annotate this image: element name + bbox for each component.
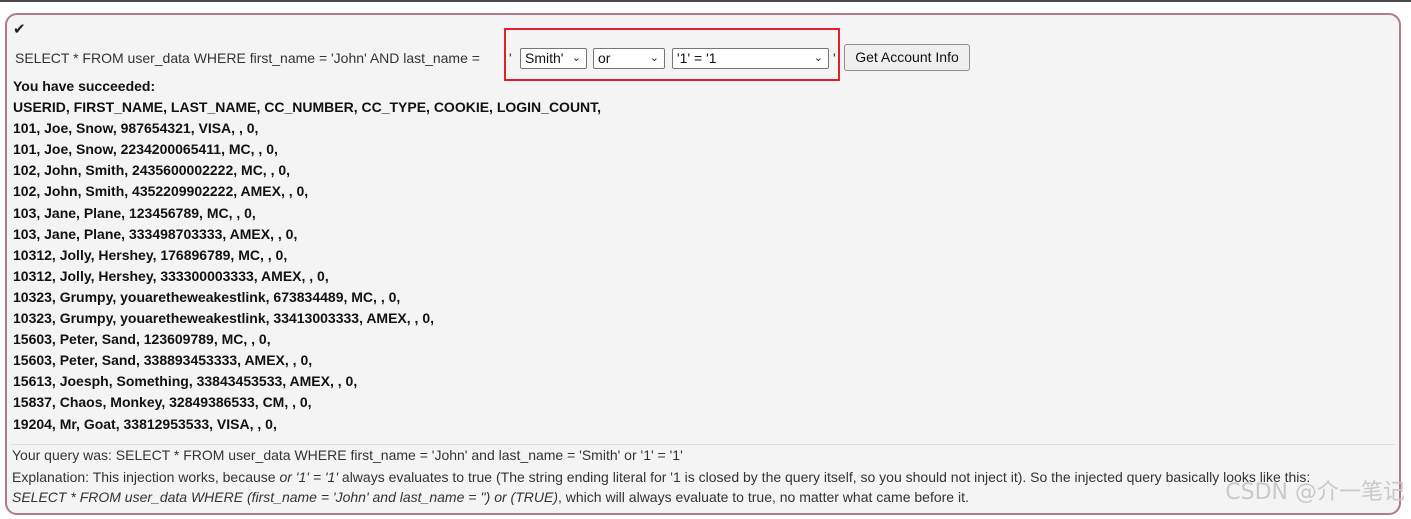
get-account-info-button[interactable]: Get Account Info	[844, 44, 970, 71]
highlight-box	[504, 28, 840, 81]
injected-query-text: SELECT * FROM user_data WHERE (first_nam…	[12, 487, 969, 507]
top-rule	[0, 0, 1411, 2]
explanation-text: Explanation: This injection works, becau…	[12, 467, 1310, 487]
check-icon: ✔	[13, 21, 26, 38]
result-row: 10323, Grumpy, youaretheweakestlink, 673…	[13, 288, 401, 305]
explanation-italic: or '1' = '1'	[279, 469, 339, 485]
result-row: 15613, Joesph, Something, 33843453533, A…	[13, 373, 358, 390]
injected-query-italic: SELECT * FROM user_data WHERE (first_nam…	[12, 489, 558, 505]
result-row: 10323, Grumpy, youaretheweakestlink, 334…	[13, 310, 435, 327]
result-row: 15603, Peter, Sand, 123609789, MC, , 0,	[13, 331, 271, 348]
query-prefix-text: SELECT * FROM user_data WHERE first_name…	[15, 47, 480, 69]
result-row: 19204, Mr, Goat, 33812953533, VISA, , 0,	[13, 415, 277, 432]
injected-query-end: , which will always evaluate to true, no…	[558, 489, 969, 505]
query-was-text: Your query was: SELECT * FROM user_data …	[12, 447, 683, 463]
result-row: 103, Jane, Plane, 333498703333, AMEX, , …	[13, 225, 298, 242]
explanation-start: Explanation: This injection works, becau…	[12, 469, 280, 485]
result-row: 103, Jane, Plane, 123456789, MC, , 0,	[13, 204, 256, 221]
result-row: 102, John, Smith, 4352209902222, AMEX, ,…	[13, 183, 309, 200]
result-row: 101, Joe, Snow, 2234200065411, MC, , 0,	[13, 141, 278, 158]
results-rows: 101, Joe, Snow, 987654321, VISA, , 0, 101…	[13, 118, 601, 434]
result-row: 102, John, Smith, 2435600002222, MC, , 0…	[13, 162, 291, 179]
result-row: 101, Joe, Snow, 987654321, VISA, , 0,	[13, 120, 259, 137]
result-row: 15603, Peter, Sand, 338893453333, AMEX, …	[13, 352, 313, 369]
query-prefix: SELECT * FROM user_data WHERE first_name…	[15, 50, 480, 66]
explanation-end: always evaluates to true (The string end…	[338, 469, 1311, 485]
results-columns: USERID, FIRST_NAME, LAST_NAME, CC_NUMBER…	[13, 99, 602, 116]
result-row: 15837, Chaos, Monkey, 32849386533, CM, ,…	[13, 394, 312, 411]
results-output: You have succeeded: USERID, FIRST_NAME, …	[13, 76, 601, 435]
result-row: 10312, Jolly, Hershey, 176896789, MC, , …	[13, 246, 288, 263]
watermark: CSDN @介一笔记	[1225, 480, 1405, 505]
results-header: You have succeeded:	[13, 78, 156, 94]
result-row: 10312, Jolly, Hershey, 333300003333, AME…	[13, 267, 329, 284]
